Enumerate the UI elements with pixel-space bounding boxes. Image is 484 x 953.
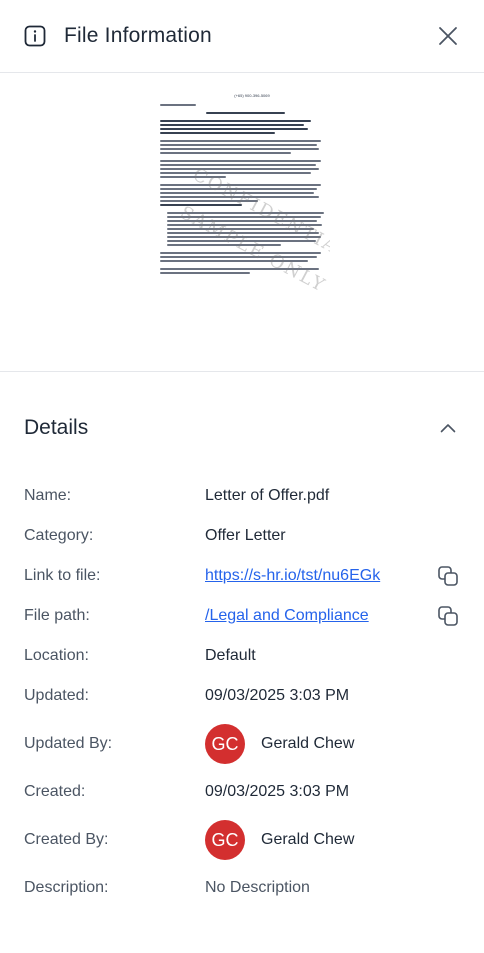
detail-label: Created: (24, 783, 86, 800)
details-header[interactable]: Details (24, 372, 460, 476)
detail-label: Category: (24, 527, 94, 544)
detail-label: Description: (24, 879, 109, 896)
details-section: Details Name: Letter of Offer.pdf Catego… (0, 372, 484, 908)
file-name-value: Letter of Offer.pdf (205, 487, 330, 504)
location-value: Default (205, 647, 256, 664)
detail-row-updated-by: Updated By: GC Gerald Chew (24, 716, 460, 772)
info-icon (24, 25, 46, 47)
collapse-button[interactable] (436, 416, 460, 440)
file-preview[interactable]: (+65) 900-396-5069 CONFIDENTIAL SAMPLE O… (0, 73, 484, 372)
detail-label: Updated By: (24, 735, 113, 752)
panel-title: File Information (64, 24, 212, 47)
created-value: 09/03/2025 3:03 PM (205, 783, 350, 800)
detail-row-created-by: Created By: GC Gerald Chew (24, 812, 460, 868)
panel-header: File Information (0, 0, 484, 73)
avatar: GC (205, 820, 245, 860)
detail-row-path: File path: /Legal and Compliance (24, 596, 460, 636)
copy-path-button[interactable] (436, 604, 460, 628)
copy-icon (438, 566, 458, 586)
detail-label: Updated: (24, 687, 89, 704)
chevron-up-icon (440, 424, 456, 433)
doc-phone: (+65) 900-396-5069 (234, 93, 270, 98)
detail-label: File path: (24, 607, 90, 624)
updated-by-name: Gerald Chew (261, 735, 355, 752)
detail-row-created: Created: 09/03/2025 3:03 PM (24, 772, 460, 812)
detail-label: Link to file: (24, 567, 101, 584)
avatar: GC (205, 724, 245, 764)
copy-icon (438, 606, 458, 626)
document-thumbnail: (+65) 900-396-5069 CONFIDENTIAL SAMPLE O… (154, 89, 330, 343)
detail-label: Location: (24, 647, 89, 664)
created-by-name: Gerald Chew (261, 831, 355, 848)
detail-label: Created By: (24, 831, 109, 848)
close-button[interactable] (436, 24, 460, 48)
file-link[interactable]: https://s-hr.io/tst/nu6EGk (205, 567, 380, 585)
copy-link-button[interactable] (436, 564, 460, 588)
updated-value: 09/03/2025 3:03 PM (205, 687, 350, 704)
detail-row-updated: Updated: 09/03/2025 3:03 PM (24, 676, 460, 716)
details-title: Details (24, 416, 89, 439)
category-value: Offer Letter (205, 527, 286, 544)
detail-row-description: Description: No Description (24, 868, 460, 908)
detail-row-location: Location: Default (24, 636, 460, 676)
close-icon (439, 27, 457, 45)
detail-row-category: Category: Offer Letter (24, 516, 460, 556)
detail-label: Name: (24, 487, 72, 504)
detail-row-link: Link to file: https://s-hr.io/tst/nu6EGk (24, 556, 460, 596)
description-value: No Description (205, 879, 310, 896)
file-path-link[interactable]: /Legal and Compliance (205, 607, 369, 625)
detail-row-name: Name: Letter of Offer.pdf (24, 476, 460, 516)
